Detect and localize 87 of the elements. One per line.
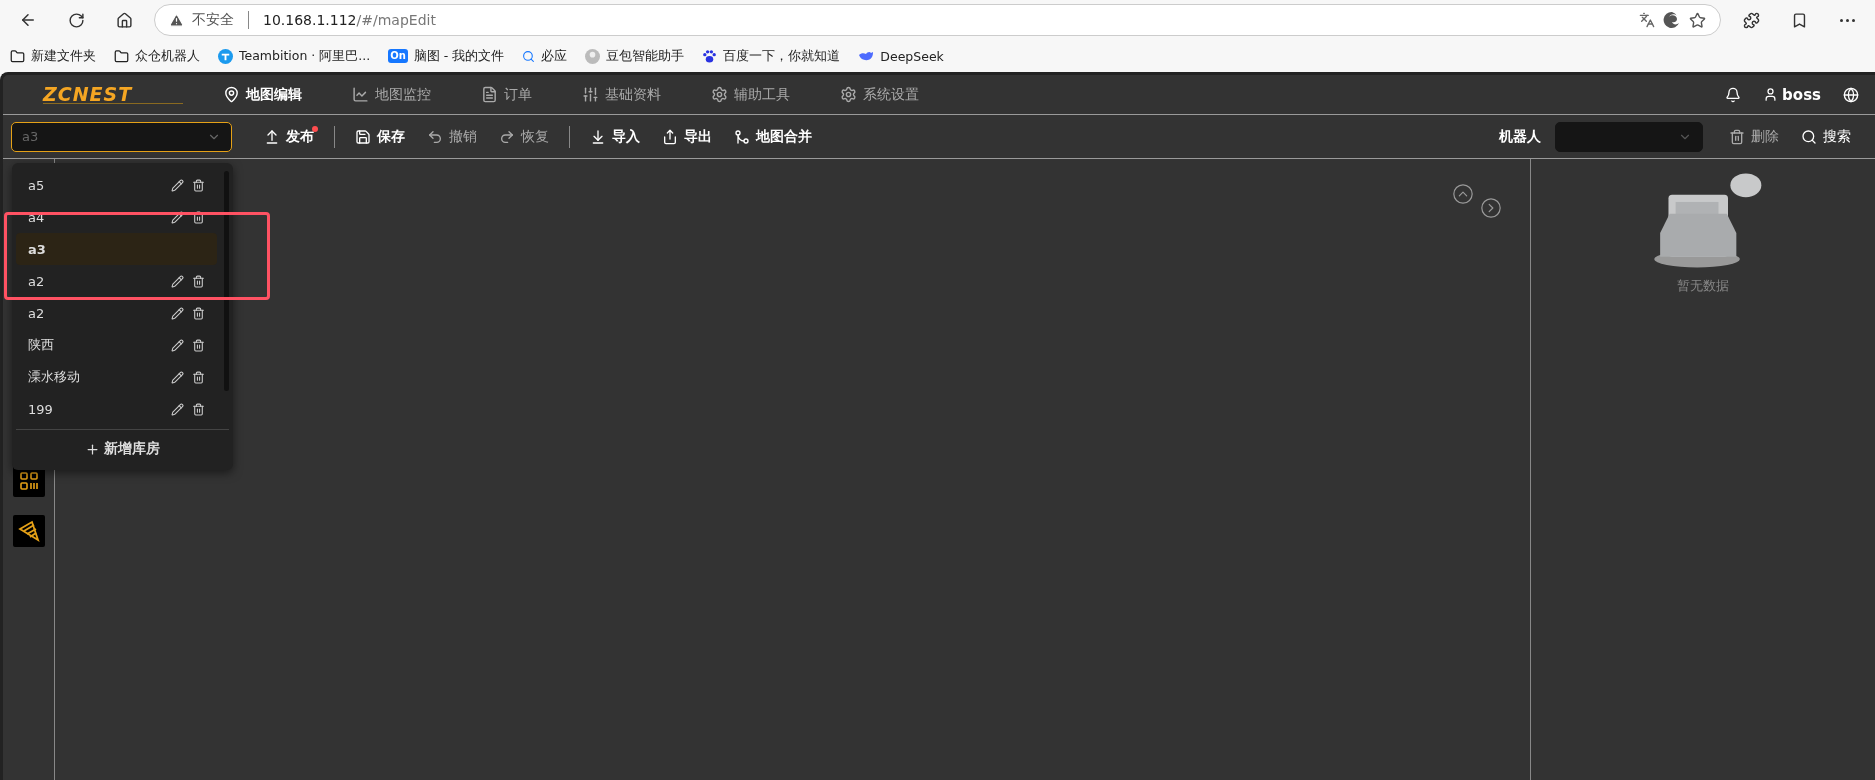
add-warehouse-button[interactable]: 新增库房 [79,434,166,464]
trash-icon[interactable] [192,402,205,416]
trash-icon[interactable] [192,338,205,352]
dropdown-option[interactable]: 溧水移动 [16,361,217,393]
edit-icon[interactable] [171,274,184,288]
dropdown-option[interactable]: a2 [16,297,217,329]
trash-icon[interactable] [192,370,205,384]
logo-icon: On [388,49,408,63]
import-icon [590,128,606,145]
bookmark-link[interactable]: On 脑图 - 我的文件 [388,47,505,65]
nav-tab[interactable]: 地图编辑 [223,85,302,104]
globe-icon[interactable] [1843,86,1859,103]
bookmark-link[interactable]: 百度一下，你就知道 [702,47,841,65]
nav-tab[interactable]: 订单 [481,85,532,104]
edit-icon[interactable] [171,306,184,320]
redo-icon [499,128,515,145]
user-menu[interactable]: boss [1763,85,1821,104]
trash-icon[interactable] [192,210,205,224]
nav-tab[interactable]: 基础资料 [582,85,661,104]
back-icon [19,11,37,29]
search-icon [522,49,536,63]
security-label: 不安全 [192,11,234,29]
bookmark-link[interactable]: 必应 [522,47,568,65]
paw-icon [702,48,718,64]
url-text: 10.168.1.112/#/mapEdit [263,12,436,28]
file-icon [481,86,498,103]
bookmark-link[interactable]: 新建文件夹 [10,47,96,65]
dropdown-option[interactable]: 陕西 [16,329,217,361]
edit-icon[interactable] [171,402,184,416]
hatched-shape-icon[interactable] [12,515,45,547]
trash-icon[interactable] [192,178,205,192]
export-icon [662,128,678,145]
folder-icon [114,48,129,64]
toolbar-button[interactable]: 地图合并 [728,123,818,150]
toolbar-button[interactable]: 发布 [258,123,320,150]
upload-icon [264,128,280,145]
nav-tab[interactable]: 地图监控 [352,85,431,104]
trash-icon[interactable] [192,274,205,288]
more-icon [1839,18,1855,22]
undo-icon [427,128,443,145]
logo-icon [218,48,233,64]
toolbar-button[interactable]: 搜索 [1795,123,1857,150]
dropdown-option[interactable]: a2 [16,265,217,297]
bookmark-link[interactable]: Teambition · 阿里巴... [218,47,371,65]
edit-icon[interactable] [171,370,184,384]
sliders-icon [582,86,599,103]
collapse-up-icon[interactable] [1452,183,1474,205]
bookmark-link[interactable]: 众仓机器人 [114,47,200,65]
edit-icon[interactable] [171,338,184,352]
toolbar-button[interactable]: 保存 [349,123,411,150]
avatar-icon [585,48,601,64]
dropdown-option[interactable]: a3 [16,233,217,265]
dropdown-option[interactable]: a5 [16,169,217,201]
chart-icon [352,86,369,103]
folder-icon [10,48,25,64]
save-icon [355,128,371,145]
warning-icon [169,12,184,28]
trash-icon[interactable] [192,306,205,320]
map-pin-icon [223,86,240,103]
gear-icon [840,86,857,103]
star-icon[interactable] [1689,11,1706,29]
puzzle-icon [1742,11,1760,29]
trash-icon [1729,128,1745,145]
robot-label: 机器人 [1499,127,1541,146]
logo: ZCNEST [43,85,183,104]
edit-icon[interactable] [171,178,184,192]
gear-icon [711,86,728,103]
merge-icon [734,128,750,145]
bell-icon[interactable] [1725,86,1742,103]
toolbar-button[interactable]: 导出 [656,123,718,150]
nav-tab[interactable]: 系统设置 [840,85,919,104]
expand-right-icon[interactable] [1480,197,1502,219]
empty-state-text: 暂无数据 [1677,277,1729,295]
bookmark-link[interactable]: 豆包智能助手 [585,47,685,65]
user-icon [1763,87,1779,102]
dropdown-option[interactable]: 199 [16,393,217,425]
translate-icon[interactable] [1639,12,1655,28]
bookmark-link[interactable]: DeepSeek [858,48,944,64]
search-icon [1801,128,1817,145]
home-icon [115,11,133,29]
toolbar-button[interactable]: 导入 [584,123,646,150]
address-bar[interactable]: 不安全 10.168.1.112/#/mapEdit [154,4,1721,36]
refresh-icon [67,11,85,29]
plus-icon [85,441,100,457]
nav-tab[interactable]: 辅助工具 [711,85,790,104]
swirl-icon[interactable] [1663,11,1681,29]
edit-icon[interactable] [171,210,184,224]
